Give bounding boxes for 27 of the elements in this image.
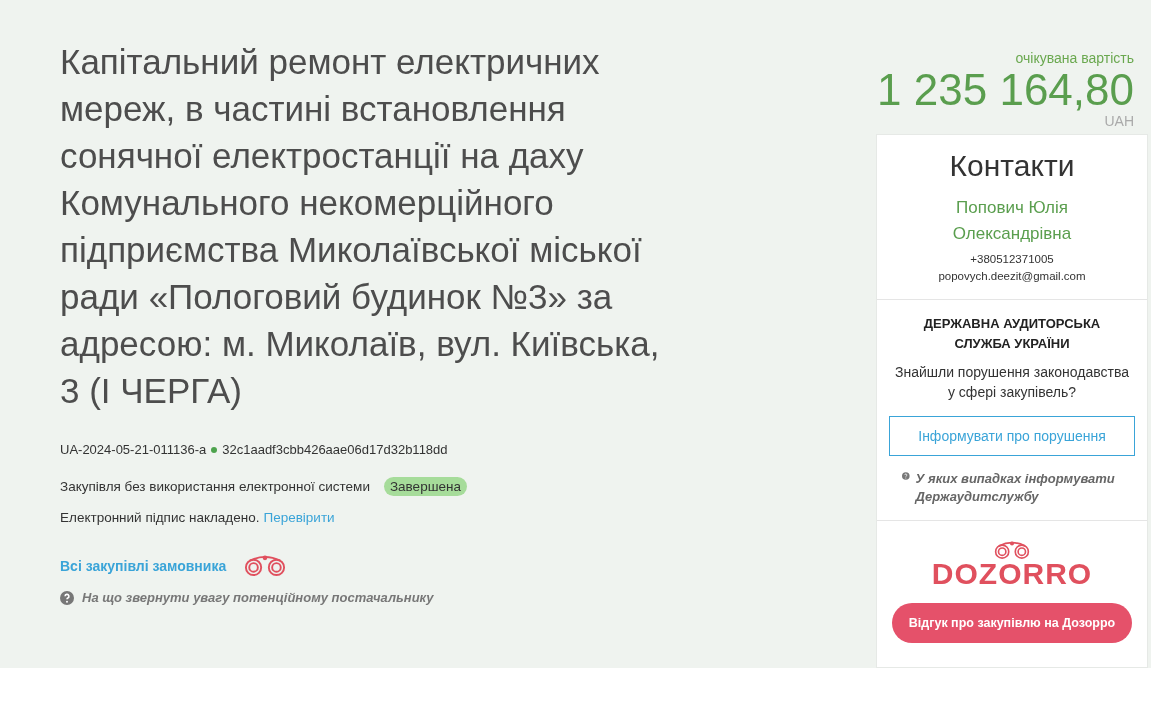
status-badge: Завершена [383, 477, 467, 496]
help-icon [60, 590, 74, 605]
contact-email: popovych.deezit@gmail.com [938, 269, 1086, 284]
tender-title: Капітальний ремонт електричних мереж, в частині встановлення сонячної електростанції на даху Комунального некомерційного підприємства Миколаївської міської ради «Пологовий будинок №3» за адресою: м. Миколаїв, вул. Київська, 3 (І ЧЕРГА) [60, 41, 661, 412]
audit-hint-link[interactable]: У яких випадках інформувати Держаудитслужбу [915, 470, 1122, 506]
help-icon [902, 470, 910, 482]
contact-phone: +380512371005 [970, 252, 1054, 267]
currency: UAH [1104, 114, 1134, 128]
binoculars-icon [994, 541, 1030, 559]
report-violation-button[interactable]: Інформувати про порушення [889, 416, 1135, 456]
dozorro-feedback-button[interactable]: Відгук про закупівлю на Дозорро [892, 603, 1132, 643]
all-purchases-link[interactable]: Всі закупівлі замовника [60, 557, 227, 574]
contact-name: Попович Юлія Олександрівна [951, 197, 1073, 245]
tender-id: UA-2024-05-21-011136-a [60, 442, 207, 457]
audit-question: Знайшли порушення законодавства у сфері закупівель? [894, 363, 1130, 402]
dozorro-logo: DOZORRO [931, 559, 1093, 589]
contacts-title: Контакти [949, 149, 1075, 183]
verify-link[interactable]: Перевірити [263, 510, 335, 525]
signature-text: Електронний підпис накладено. [60, 510, 260, 525]
supplier-hint-link[interactable]: На що звернути увагу потенційному постачальнику [82, 590, 434, 605]
price-amount: 1 235 164,80 [877, 66, 1134, 114]
binoculars-icon [244, 555, 287, 576]
audit-org-name: ДЕРЖАВНА АУДИТОРСЬКА СЛУЖБА УКРАЇНИ [922, 315, 1102, 353]
procurement-type: Закупівля без використання електронної системи [60, 479, 370, 494]
status-dot-icon [211, 446, 218, 453]
price-label: очікувана вартість [1015, 50, 1134, 66]
tender-hash: 32c1aadf3cbb426aae06d17d32b118dd [222, 442, 448, 457]
